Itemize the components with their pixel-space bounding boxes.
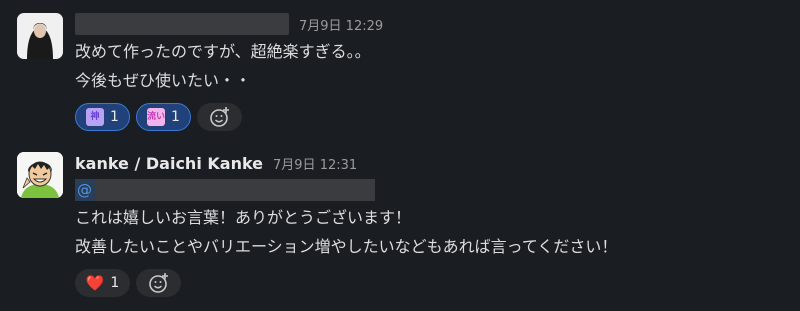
- add-reaction-button[interactable]: [136, 269, 181, 297]
- heart-emoji-icon: ❤️: [85, 274, 105, 292]
- message-header: kanke / Daichi Kanke 7月9日 12:31: [75, 152, 790, 174]
- add-reaction-icon: [209, 107, 229, 127]
- message-text-line: 今後もぜひ使いたい・・: [75, 71, 252, 90]
- add-reaction-button[interactable]: [197, 103, 242, 131]
- reaction-kami[interactable]: 神 1: [75, 103, 130, 131]
- timestamp[interactable]: 7月9日 12:31: [273, 154, 357, 173]
- nagare-emoji-icon: 流い: [147, 108, 165, 126]
- reaction-bar: 神 1 流い 1: [75, 103, 790, 131]
- message-header: 7月9日 12:29: [75, 13, 790, 35]
- user-mention[interactable]: @: [75, 179, 375, 201]
- redacted-author-name: [75, 13, 289, 35]
- reaction-nagare[interactable]: 流い 1: [136, 103, 191, 131]
- avatar[interactable]: [17, 13, 63, 59]
- timestamp[interactable]: 7月9日 12:29: [299, 15, 383, 34]
- message-1: 7月9日 12:29 改めて作ったのですが、超絶楽すぎる。。 今後もぜひ使いたい…: [0, 0, 800, 140]
- author-name[interactable]: kanke / Daichi Kanke: [75, 154, 263, 173]
- message-text-line: 改めて作ったのですが、超絶楽すぎる。。: [75, 42, 371, 61]
- add-reaction-icon: [148, 273, 168, 293]
- reaction-heart[interactable]: ❤️ 1: [75, 269, 130, 297]
- reaction-count: 1: [171, 109, 180, 125]
- message-text-line: これは嬉しいお言葉！ありがとうございます！: [75, 208, 412, 227]
- message-text-line: 改善したいことやバリエーション増やしたいなどもあれば言ってください！: [75, 237, 618, 256]
- redacted-mention-name: [96, 179, 375, 201]
- kami-emoji-icon: 神: [86, 108, 105, 126]
- reaction-count: 1: [110, 275, 120, 291]
- mention-prefix: @: [77, 181, 92, 199]
- reaction-bar: ❤️ 1: [75, 269, 790, 297]
- message-2: kanke / Daichi Kanke 7月9日 12:31 @ これは嬉しい…: [0, 140, 800, 311]
- avatar[interactable]: [17, 152, 63, 198]
- reaction-count: 1: [110, 109, 119, 125]
